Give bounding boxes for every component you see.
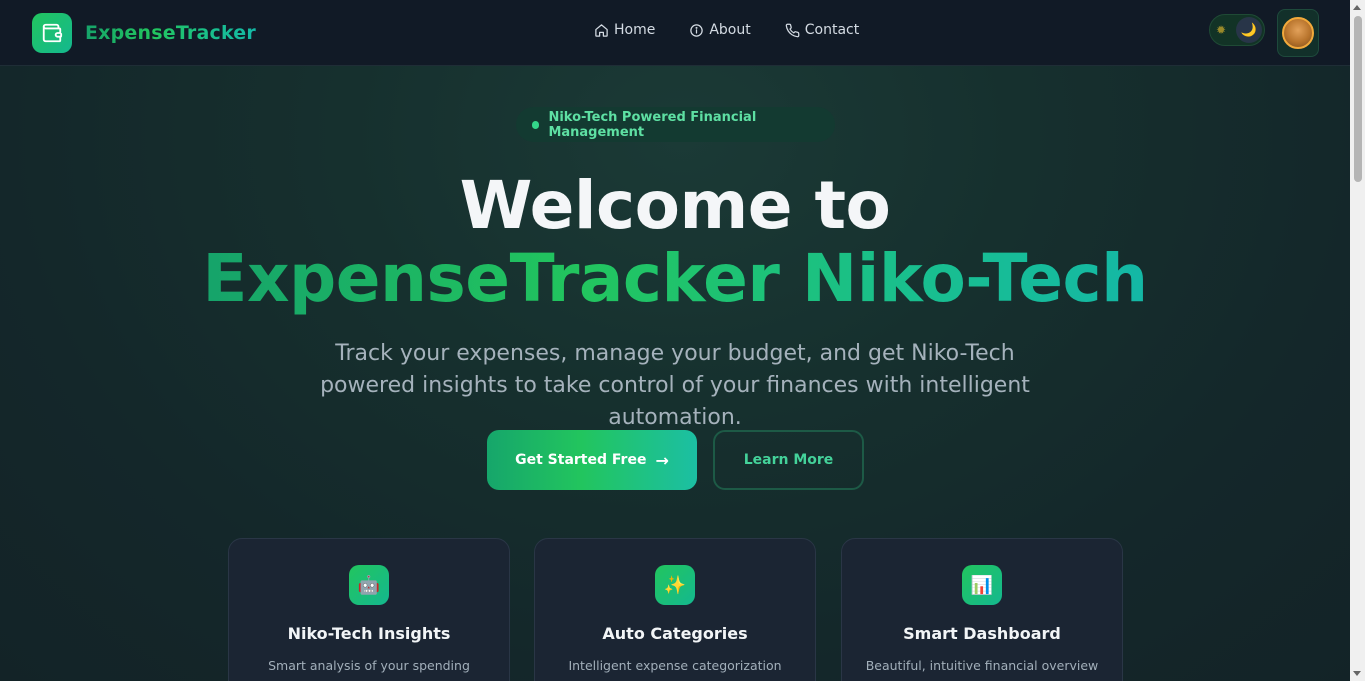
feature-card-description: Beautiful, intuitive financial overview <box>865 658 1099 673</box>
feature-card-title: Niko-Tech Insights <box>287 624 451 643</box>
feature-card-description: Intelligent expense categorization <box>568 658 782 673</box>
avatar <box>1282 17 1314 49</box>
hero-title-line1: Welcome to <box>459 167 891 244</box>
hero-title-line2: ExpenseTracker Niko-Tech <box>0 240 1350 317</box>
robot-icon: 🤖 <box>349 565 389 605</box>
hero-badge-label: Niko-Tech Powered Financial Management <box>548 109 757 140</box>
nav-link-home[interactable]: Home <box>594 22 655 38</box>
learn-more-button[interactable]: Learn More <box>713 430 864 490</box>
top-navbar: ExpenseTracker Home About Contact ✹ 🌙 <box>0 0 1350 66</box>
nav-link-label: Home <box>614 22 656 38</box>
sparkles-icon: ✨ <box>655 565 695 605</box>
hero-title-gradient: ExpenseTracker Niko-Tech <box>202 240 1148 317</box>
theme-toggle[interactable]: ✹ 🌙 <box>1209 14 1265 46</box>
wallet-icon <box>32 13 72 53</box>
scroll-down-arrow-icon[interactable] <box>1353 671 1361 676</box>
nav-link-contact[interactable]: Contact <box>785 22 859 38</box>
feature-card-description: Smart analysis of your spending <box>268 658 470 673</box>
home-icon <box>595 23 608 37</box>
feature-card-title: Auto Categories <box>602 624 748 643</box>
get-started-label: Get Started Free <box>515 452 647 468</box>
arrow-right-icon: → <box>655 450 669 470</box>
scroll-thumb[interactable] <box>1354 16 1362 182</box>
phone-icon <box>785 23 800 37</box>
brand-name: ExpenseTracker <box>85 22 256 44</box>
get-started-button[interactable]: Get Started Free → <box>487 430 697 490</box>
brand[interactable]: ExpenseTracker <box>32 13 256 53</box>
info-icon <box>690 23 704 37</box>
hero-subtitle: Track your expenses, manage your budget,… <box>320 341 1030 430</box>
scroll-up-arrow-icon[interactable] <box>1353 5 1361 10</box>
feature-card-insights[interactable]: 🤖 Niko-Tech Insights Smart analysis of y… <box>228 538 510 681</box>
status-dot-icon <box>532 120 540 129</box>
profile-button[interactable] <box>1277 9 1319 57</box>
page-scrollbar[interactable] <box>1350 0 1365 681</box>
moon-icon: 🌙 <box>1236 17 1262 43</box>
nav-link-label: Contact <box>804 22 860 38</box>
hero-badge: Niko-Tech Powered Financial Management <box>516 107 835 142</box>
sun-icon: ✹ <box>1216 23 1227 37</box>
chart-icon: 📊 <box>962 565 1002 605</box>
feature-card-dashboard[interactable]: 📊 Smart Dashboard Beautiful, intuitive f… <box>841 538 1123 681</box>
feature-card-title: Smart Dashboard <box>903 624 1061 643</box>
nav-link-about[interactable]: About <box>689 22 751 38</box>
feature-card-categories[interactable]: ✨ Auto Categories Intelligent expense ca… <box>534 538 816 681</box>
nav-link-label: About <box>709 22 751 38</box>
nav-links: Home About Contact <box>594 22 893 38</box>
